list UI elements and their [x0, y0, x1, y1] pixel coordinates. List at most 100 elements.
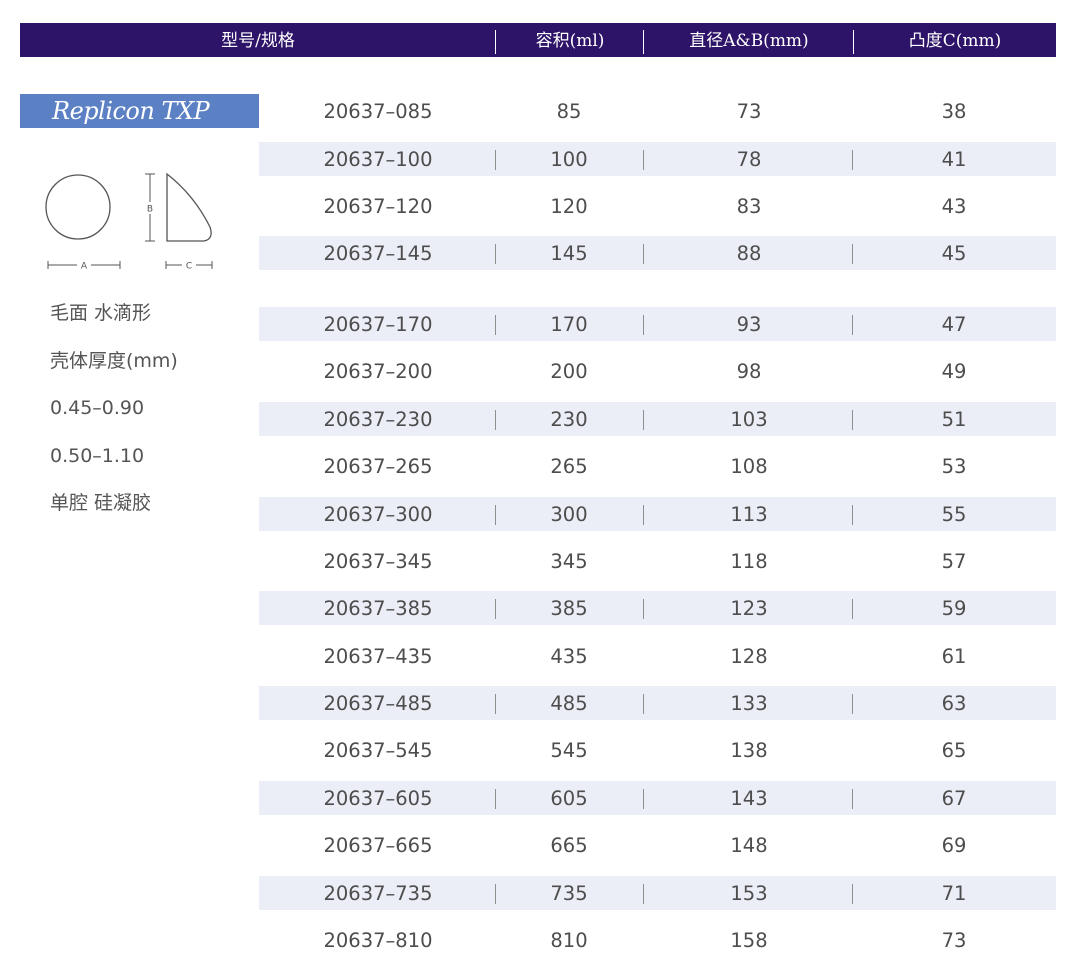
cell-volume: 810: [550, 929, 588, 952]
cell-volume: 605: [550, 787, 588, 810]
cell-projection: 51: [941, 408, 967, 431]
table-row: 20637–605 605 143 67: [259, 781, 1056, 815]
cell-projection: 63: [941, 692, 967, 715]
cell-diameter: 153: [730, 882, 768, 905]
cell-model: 20637–085: [323, 100, 433, 123]
table-row: 20637–265 265 108 53: [259, 449, 1056, 483]
cell-model: 20637–485: [323, 692, 433, 715]
table-row: 20637–300 300 113 55: [259, 497, 1056, 531]
note-shell-thickness-label: 壳体厚度(mm): [50, 349, 178, 372]
cell-volume: 265: [550, 455, 588, 478]
cell-volume: 85: [556, 100, 582, 123]
header-diameter: 直径A&B(mm): [689, 31, 809, 51]
table-row: 20637–485 485 133 63: [259, 686, 1056, 720]
cell-projection: 65: [941, 739, 967, 762]
cell-model: 20637–665: [323, 834, 433, 857]
cell-model: 20637–145: [323, 242, 433, 265]
cell-projection: 73: [941, 929, 967, 952]
cell-projection: 38: [941, 100, 967, 123]
cell-volume: 100: [550, 148, 588, 171]
cell-volume: 345: [550, 550, 588, 573]
cell-diameter: 108: [730, 455, 768, 478]
cell-volume: 300: [550, 503, 588, 526]
cell-projection: 43: [941, 195, 967, 218]
table-row: 20637–735 735 153 71: [259, 876, 1056, 910]
cell-volume: 145: [550, 242, 588, 265]
table-row: 20637–145 145 88 45: [259, 236, 1056, 270]
cell-model: 20637–230: [323, 408, 433, 431]
cell-diameter: 118: [730, 550, 768, 573]
cell-diameter: 83: [736, 195, 762, 218]
cell-model: 20637–170: [323, 313, 433, 336]
cell-model: 20637–120: [323, 195, 433, 218]
cell-volume: 545: [550, 739, 588, 762]
cell-projection: 61: [941, 645, 967, 668]
cell-model: 20637–435: [323, 645, 433, 668]
table-row: 20637–100 100 78 41: [259, 142, 1056, 176]
cell-projection: 41: [941, 148, 967, 171]
table-row: 20637–230 230 103 51: [259, 402, 1056, 436]
cell-volume: 735: [550, 882, 588, 905]
note-thickness-range-2: 0.50–1.10: [50, 444, 145, 467]
table-row: 20637–170 170 93 47: [259, 307, 1056, 341]
cell-diameter: 138: [730, 739, 768, 762]
cell-volume: 120: [550, 195, 588, 218]
cell-diameter: 93: [736, 313, 762, 336]
cell-volume: 485: [550, 692, 588, 715]
cell-model: 20637–200: [323, 360, 433, 383]
table-row: 20637–435 435 128 61: [259, 639, 1056, 673]
header-volume: 容积(ml): [535, 31, 605, 51]
dimension-b-label: B: [147, 205, 153, 215]
implant-shape-diagram: B A C: [36, 165, 226, 275]
cell-volume: 230: [550, 408, 588, 431]
note-texture-shape: 毛面 水滴形: [50, 302, 152, 324]
cell-diameter: 88: [736, 242, 762, 265]
cell-diameter: 73: [736, 100, 762, 123]
cell-model: 20637–300: [323, 503, 433, 526]
cell-projection: 67: [941, 787, 967, 810]
cell-volume: 665: [550, 834, 588, 857]
header-projection: 凸度C(mm): [908, 31, 1002, 51]
table-row: 20637–810 810 158 73: [259, 923, 1056, 957]
cell-diameter: 98: [736, 360, 762, 383]
cell-diameter: 133: [730, 692, 768, 715]
dimension-c-label: C: [186, 262, 192, 272]
side-view-teardrop: [166, 172, 212, 242]
cell-projection: 49: [941, 360, 967, 383]
cell-model: 20637–545: [323, 739, 433, 762]
table-header: 型号/规格 容积(ml) 直径A&B(mm) 凸度C(mm): [20, 23, 1056, 57]
product-notes: 毛面 水滴形 壳体厚度(mm) 0.45–0.90 0.50–1.10 单腔 硅…: [50, 297, 250, 535]
cell-model: 20637–735: [323, 882, 433, 905]
cell-diameter: 128: [730, 645, 768, 668]
table-row: 20637–085 85 73 38: [259, 94, 1056, 128]
cell-projection: 47: [941, 313, 967, 336]
note-lumen-fill: 单腔 硅凝胶: [50, 492, 152, 514]
cell-projection: 69: [941, 834, 967, 857]
front-view-circle: [45, 174, 111, 240]
cell-volume: 435: [550, 645, 588, 668]
cell-diameter: 78: [736, 148, 762, 171]
cell-projection: 45: [941, 242, 967, 265]
cell-projection: 53: [941, 455, 967, 478]
cell-projection: 57: [941, 550, 967, 573]
cell-diameter: 103: [730, 408, 768, 431]
cell-diameter: 123: [730, 597, 768, 620]
note-thickness-range-1: 0.45–0.90: [50, 397, 145, 419]
header-model: 型号/规格: [221, 31, 295, 51]
table-row: 20637–120 120 83 43: [259, 189, 1056, 223]
cell-diameter: 143: [730, 787, 768, 810]
cell-model: 20637–810: [323, 929, 433, 952]
cell-diameter: 148: [730, 834, 768, 857]
cell-projection: 59: [941, 597, 967, 620]
cell-projection: 71: [941, 882, 967, 905]
cell-volume: 200: [550, 360, 588, 383]
table-row: 20637–345 345 118 57: [259, 544, 1056, 578]
table-row: 20637–200 200 98 49: [259, 354, 1056, 388]
cell-model: 20637–385: [323, 597, 433, 620]
cell-model: 20637–265: [323, 455, 433, 478]
cell-diameter: 113: [730, 503, 768, 526]
table-row: 20637–545 545 138 65: [259, 733, 1056, 767]
cell-model: 20637–100: [323, 148, 433, 171]
cell-model: 20637–345: [323, 550, 433, 573]
cell-projection: 55: [941, 503, 967, 526]
